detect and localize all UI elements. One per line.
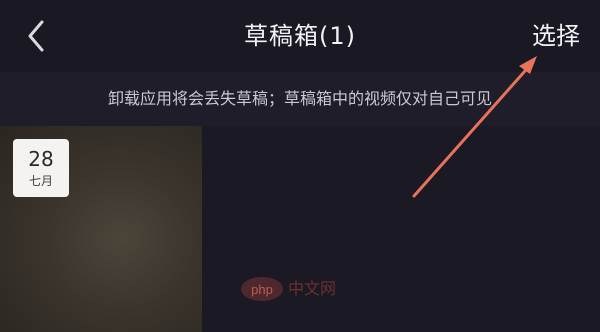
page-title: 草稿箱(1): [244, 22, 356, 50]
select-button[interactable]: 选择: [532, 18, 580, 54]
chevron-left-icon: [28, 20, 44, 52]
notice-bar: 卸载应用将会丢失草稿；草稿箱中的视频仅对自己可见: [0, 72, 600, 126]
drafts-screen: 草稿箱(1) 选择 卸载应用将会丢失草稿；草稿箱中的视频仅对自己可见 28 七月…: [0, 0, 600, 332]
date-badge: 28 七月: [13, 139, 69, 197]
page-title-wrap: 草稿箱(1): [0, 18, 600, 54]
svg-text:php: php: [251, 282, 273, 297]
notice-text: 卸载应用将会丢失草稿；草稿箱中的视频仅对自己可见: [107, 89, 492, 108]
top-bar: 草稿箱(1) 选择: [0, 0, 600, 72]
watermark-text: 中文网: [288, 279, 337, 298]
draft-thumbnail[interactable]: 28 七月: [0, 126, 202, 332]
date-month: 七月: [28, 174, 53, 188]
back-button[interactable]: [18, 16, 58, 56]
draft-grid: 28 七月 php 中文网: [0, 126, 600, 332]
date-day: 28: [28, 147, 54, 171]
php-logo-icon: php: [241, 277, 283, 301]
watermark: php 中文网: [240, 276, 360, 306]
